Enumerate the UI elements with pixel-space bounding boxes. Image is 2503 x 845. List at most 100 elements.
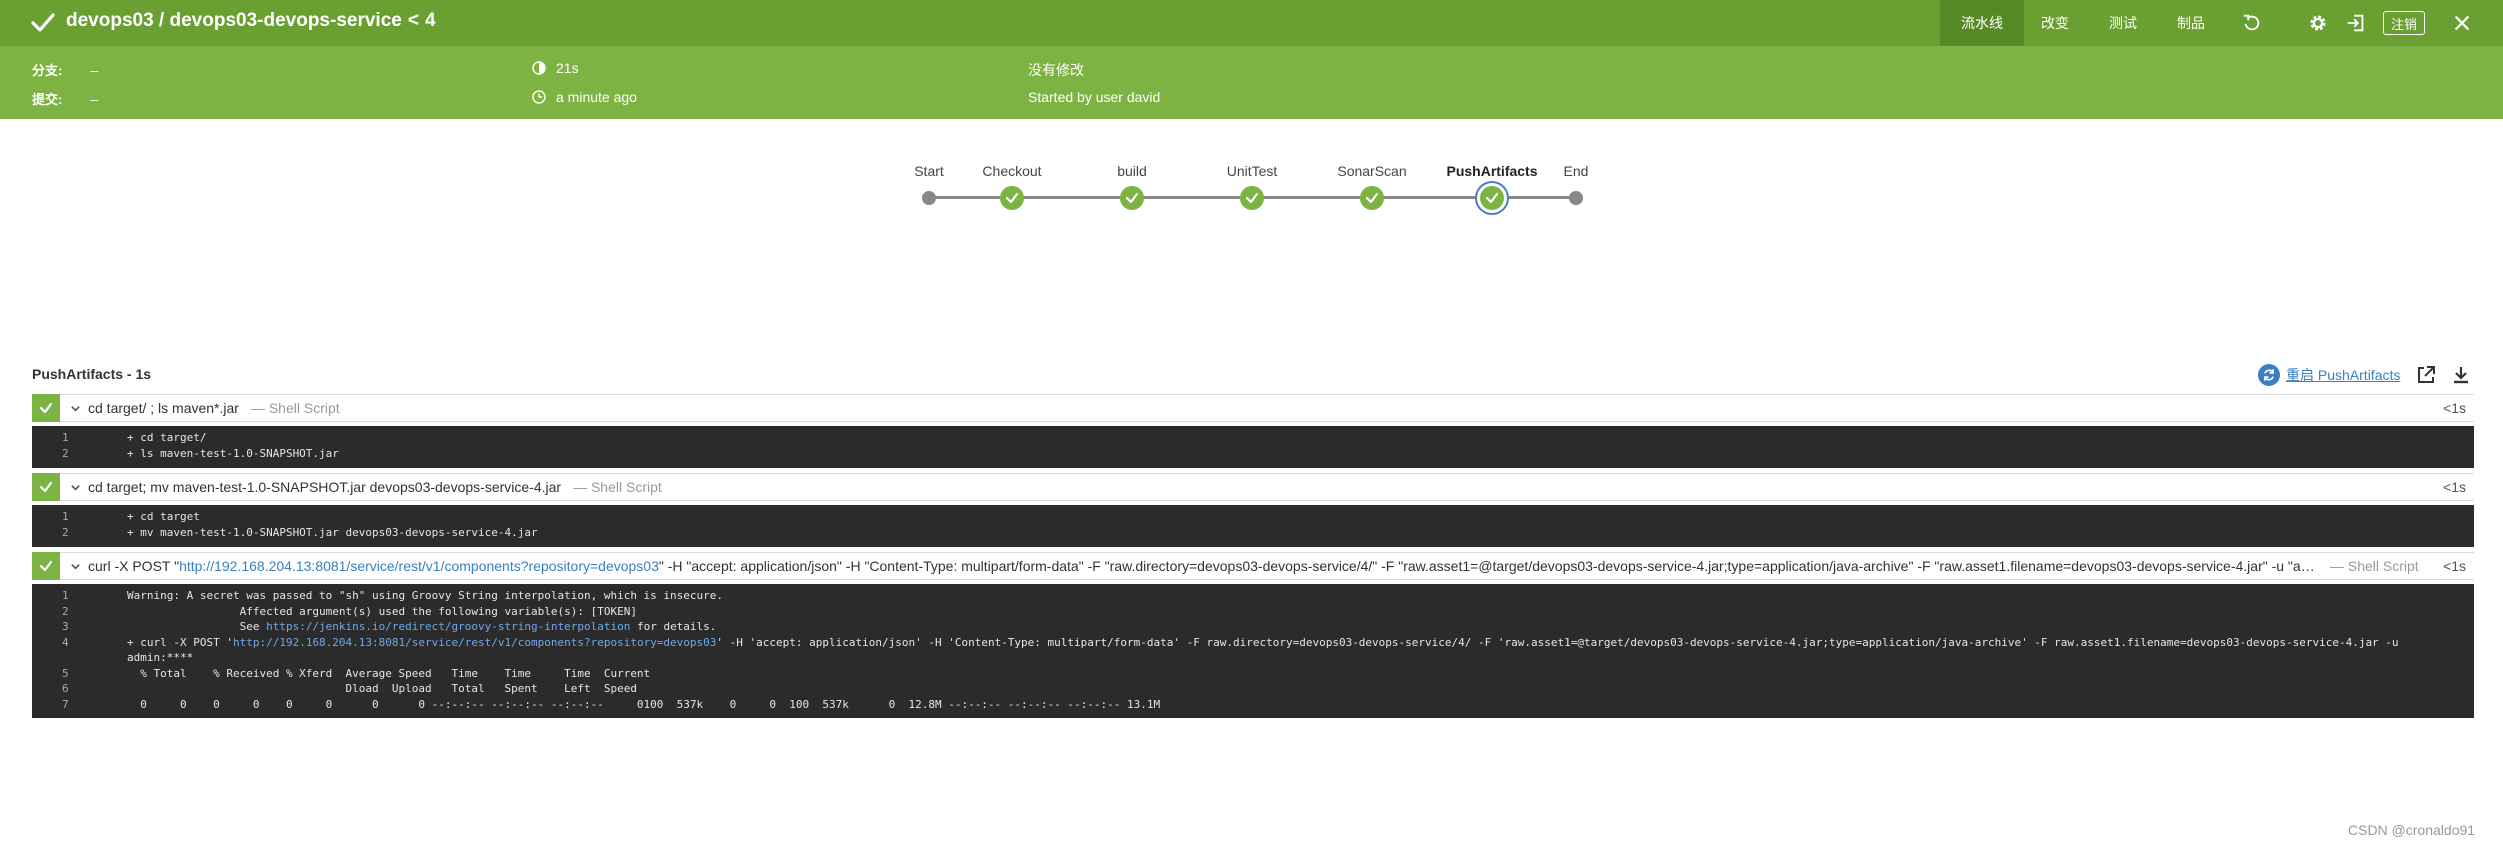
log-line-number[interactable]: 5 [62,666,92,682]
branch-info: 分支: – [32,60,98,79]
log-line-text: + cd target/ [127,431,207,444]
stage-node-checkout[interactable] [1000,186,1024,210]
step-kind: — Shell Script [2330,558,2419,574]
duration-value: 21s [556,60,579,76]
run-separator: < [407,10,419,31]
top-bar: devops03 / devops03-devops-service <4 流水线… [0,0,2503,46]
step-log-output: 1 + cd target/2 + ls maven-test-1.0-SNAPSH… [32,426,2474,468]
step-command: curl -X POST "http://192.168.204.13:8081… [88,558,2318,574]
step-duration: <1s [2443,479,2466,495]
log-text-suffix: for details. [630,620,717,633]
pipeline-name[interactable]: devops03 / devops03-devops-service [66,10,402,31]
success-check-icon [1125,192,1139,204]
log-line-text: Affected argument(s) used the following … [127,604,637,618]
open-classic-icon[interactable] [2340,0,2372,46]
logout-button[interactable]: 注销 [2383,11,2425,35]
changes-info: 没有修改 [1028,62,1084,78]
log-line-number[interactable]: 2 [62,446,92,462]
branch-value: – [90,61,99,78]
run-info-bar: 分支: – 提交: – 21s a minute ago 没有修改 Starte… [0,46,2503,119]
log-line: 2 + ls maven-test-1.0-SNAPSHOT.jar [32,446,2474,462]
log-line-number[interactable]: 1 [62,588,92,604]
log-text-prefix: See [127,620,267,633]
log-line: 5 % Total % Received % Xferd Average Spe… [32,666,2474,682]
tab-pipeline[interactable]: 流水线 [1940,0,2024,46]
step-log-output: 1 Warning: A secret was passed to "sh" us… [32,584,2474,718]
step-success-icon [32,394,60,422]
tab-changes[interactable]: 改变 [2024,0,2086,46]
command-prefix: curl -X POST " [88,558,180,574]
tab-tests[interactable]: 测试 [2092,0,2154,46]
command-url-link[interactable]: http://192.168.204.13:8081/service/rest/… [179,558,659,574]
tab-artifacts[interactable]: 制品 [2160,0,2222,46]
log-line-number[interactable]: 4 [62,635,92,651]
log-line: 1 Warning: A secret was passed to "sh" us… [32,588,2474,604]
step-command: cd target; mv maven-test-1.0-SNAPSHOT.ja… [88,479,562,495]
log-line-number[interactable]: 3 [62,619,92,635]
open-in-new-window-icon[interactable] [2415,364,2437,386]
log-line-text: + curl -X POST 'http://192.168.204.13:80… [127,635,2399,651]
commit-info: 提交: – [32,89,98,108]
log-line: 3 See https://jenkins.io/redirect/groovy… [32,619,2474,635]
log-line-number[interactable]: 1 [62,509,92,525]
step-duration: <1s [2443,400,2466,416]
log-text-prefix: + curl -X POST ' [127,635,233,649]
log-line-number[interactable]: 7 [62,697,92,713]
restart-stage-link[interactable]: 重启 PushArtifacts [2258,364,2400,386]
chevron-down-icon[interactable] [66,403,84,414]
stage-node-end [1569,191,1583,205]
duration-info: 21s [532,60,579,76]
log-line-text: % Total % Received % Xferd Average Speed… [127,666,651,680]
chevron-down-icon[interactable] [66,561,84,572]
clock-icon [532,90,546,104]
branch-label: 分支: [32,63,63,78]
log-url-link[interactable]: https://jenkins.io/redirect/groovy-strin… [266,620,630,633]
commit-value: – [90,90,99,107]
step-row[interactable]: curl -X POST "http://192.168.204.13:8081… [32,552,2474,580]
started-value: a minute ago [556,89,637,105]
stage-label-start: Start [914,163,944,179]
run-title: devops03 / devops03-devops-service <4 [66,10,436,32]
rerun-icon[interactable] [2236,0,2268,46]
log-line-number[interactable]: 6 [62,681,92,697]
stage-label-unittest: UnitTest [1226,163,1278,179]
download-log-icon[interactable] [2450,364,2472,386]
command-suffix: " -H "accept: application/json" -H "Cont… [658,558,2318,574]
duration-icon [532,61,546,75]
step-row[interactable]: cd target; mv maven-test-1.0-SNAPSHOT.ja… [32,473,2474,501]
stage-label-build: build [1117,163,1147,179]
chevron-down-icon[interactable] [66,482,84,493]
log-line-text: 0 0 0 0 0 0 0 0 --:--:-- --:--:-- --:--:… [127,697,1161,711]
stage-node-build[interactable] [1120,186,1144,210]
stage-node-sonarscan[interactable] [1360,186,1384,210]
close-icon[interactable] [2446,0,2478,46]
watermark: CSDN @cronaldo91 [2348,822,2476,838]
log-line-number[interactable]: 2 [62,525,92,541]
log-line-number[interactable]: 2 [62,604,92,620]
success-check-icon [1005,192,1019,204]
log-line-number[interactable]: 1 [62,430,92,446]
step-log-output: 1 + cd target 2 + mv maven-test-1.0-SNAPSHO… [32,505,2474,547]
log-line-text: Warning: A secret was passed to "sh" usi… [127,589,724,602]
log-url-link[interactable]: http://192.168.204.13:8081/service/rest/… [233,636,716,649]
step-row[interactable]: cd target/ ; ls maven*.jar — Shell Script… [32,394,2474,422]
log-line-text: admin:**** [127,651,194,664]
log-line-text: Dload Upload Total Spent Left Speed [127,682,637,695]
stage-node-start [922,191,936,205]
stage-label-checkout: Checkout [982,163,1042,179]
log-line: 1 + cd target [32,509,2474,525]
stage-label-sonarscan: SonarScan [1337,163,1407,179]
stage-node-pushartifacts[interactable] [1480,186,1504,210]
log-line: 4 + curl -X POST 'http://192.168.204.13:8… [32,635,2474,651]
stage-node-unittest[interactable] [1240,186,1264,210]
settings-icon[interactable] [2302,0,2334,46]
log-line-text: + ls maven-test-1.0-SNAPSHOT.jar [127,446,339,460]
log-line-text: + mv maven-test-1.0-SNAPSHOT.jar devops0… [127,525,538,539]
restart-label: 重启 PushArtifacts [2286,367,2401,383]
log-line: admin:**** [32,650,2474,666]
log-line: 1 + cd target/ [32,430,2474,446]
log-line: 6 Dload Upload Total Spent Left Speed [32,681,2474,697]
log-line: 2 + mv maven-test-1.0-SNAPSHOT.jar devops… [32,525,2474,541]
log-text-suffix: ' -H 'accept: application/json' -H 'Cont… [716,635,2399,649]
step-duration: <1s [2443,558,2466,574]
